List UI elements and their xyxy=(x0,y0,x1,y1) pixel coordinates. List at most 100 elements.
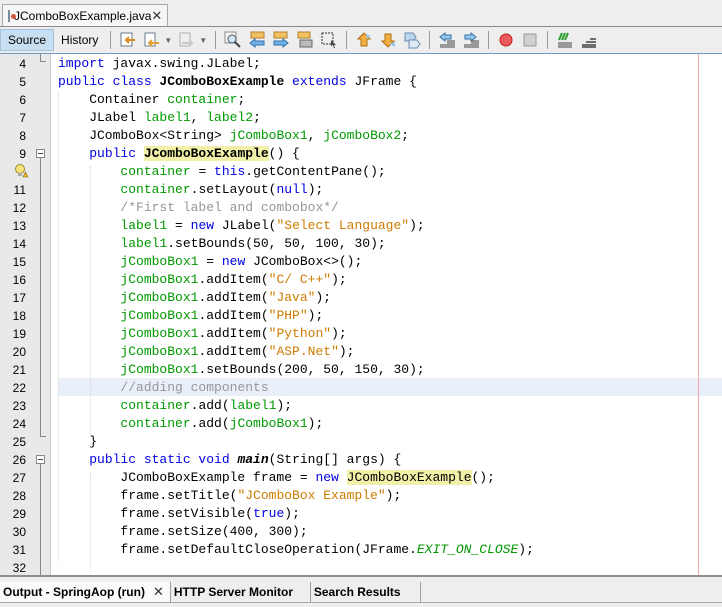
close-output-icon[interactable]: ✕ xyxy=(153,584,164,600)
code-token: frame.setSize(400, 300); xyxy=(58,524,308,539)
code-token: .addItem( xyxy=(198,290,269,305)
code-editor[interactable]: 4 import javax.swing.JLabel; 5 public class… xyxy=(0,54,722,575)
divider xyxy=(0,602,722,603)
previous-bookmark-icon[interactable] xyxy=(355,31,373,49)
code-line[interactable]: 11 container.setLayout(null); xyxy=(0,181,722,199)
code-line[interactable]: 15 jComboBox1 = new JComboBox<>(); xyxy=(0,253,722,271)
tab-http-server-monitor[interactable]: HTTP Server Monitor xyxy=(171,582,311,602)
file-tab[interactable]: JComboBoxExample.java ✕ xyxy=(2,4,168,26)
code-text: public JComboBoxExample() { xyxy=(58,145,300,163)
code-token: /*First label and combobox*/ xyxy=(120,200,339,215)
tab-http-label: HTTP Server Monitor xyxy=(173,585,294,599)
line-number: 23 xyxy=(12,399,26,413)
code-token: this xyxy=(214,164,246,179)
code-token: JComboBoxExample xyxy=(346,470,472,485)
code-line[interactable]: 7 JLabel label1, label2; xyxy=(0,109,722,127)
code-token: ; xyxy=(401,128,410,143)
code-line[interactable]: 25 } xyxy=(0,433,722,451)
code-line[interactable]: 5 public class JComboBoxExample extends J… xyxy=(0,73,722,91)
tab-output-label: Output - SpringAop (run) xyxy=(3,585,145,599)
code-token: .addItem( xyxy=(198,326,269,341)
code-token: jComboBox1 xyxy=(120,344,199,359)
code-line[interactable]: 22 //adding components xyxy=(0,379,722,397)
line-number: 15 xyxy=(12,255,26,269)
code-token: ); xyxy=(385,488,402,503)
forward-dropdown-icon[interactable]: ▼ xyxy=(199,36,207,45)
code-line[interactable]: 26 public static void main(String[] args… xyxy=(0,451,722,469)
line-number: 30 xyxy=(12,525,26,539)
toggle-highlight-icon[interactable] xyxy=(296,31,314,49)
find-selection-icon[interactable] xyxy=(320,31,338,49)
code-token: container xyxy=(120,182,191,197)
line-number: 26 xyxy=(12,453,26,467)
code-line[interactable]: 9 public JComboBoxExample() { xyxy=(0,145,722,163)
code-line[interactable]: container = this.getContentPane(); xyxy=(0,163,722,181)
code-token: JComboBox<String> xyxy=(58,128,230,143)
stop-macro-icon[interactable] xyxy=(521,31,539,49)
uncomment-icon[interactable] xyxy=(580,31,598,49)
code-line[interactable]: 27 JComboBoxExample frame = new JComboBo… xyxy=(0,469,722,487)
back-dropdown-icon[interactable]: ▼ xyxy=(164,36,172,45)
code-line[interactable]: 23 container.add(label1); xyxy=(0,397,722,415)
shift-left-icon[interactable] xyxy=(438,31,456,49)
start-macro-icon[interactable] xyxy=(497,31,515,49)
code-token: container xyxy=(167,92,238,107)
code-line[interactable]: 12 /*First label and combobox*/ xyxy=(0,199,722,217)
hint-lightbulb-icon[interactable] xyxy=(14,164,29,178)
code-line[interactable]: 18 jComboBox1.addItem("PHP"); xyxy=(0,307,722,325)
code-line[interactable]: 20 jComboBox1.addItem("ASP.Net"); xyxy=(0,343,722,361)
back-icon[interactable] xyxy=(143,31,161,49)
tab-search-results[interactable]: Search Results xyxy=(311,582,421,602)
code-line[interactable]: 24 container.add(jComboBox1); xyxy=(0,415,722,433)
comment-icon[interactable] xyxy=(556,31,574,49)
code-line[interactable]: 4 import javax.swing.JLabel; xyxy=(0,55,722,73)
shift-right-icon[interactable] xyxy=(462,31,480,49)
code-token: Container xyxy=(58,92,168,107)
code-token: jComboBox1 xyxy=(120,362,199,377)
code-line[interactable]: 30 frame.setSize(400, 300); xyxy=(0,523,722,541)
close-tab-icon[interactable]: ✕ xyxy=(151,8,162,24)
toolbar-separator xyxy=(110,31,112,49)
code-text: JComboBox<String> jComboBox1, jComboBox2… xyxy=(58,127,409,145)
line-number: 24 xyxy=(12,417,26,431)
code-token: new xyxy=(190,218,222,233)
fold-line xyxy=(40,464,41,575)
code-token: .add( xyxy=(190,416,230,431)
line-number: 32 xyxy=(12,561,26,575)
code-text: jComboBox1.addItem("ASP.Net"); xyxy=(58,343,354,361)
code-token: extends xyxy=(284,74,355,89)
code-token: public xyxy=(89,146,144,161)
fold-toggle-constructor[interactable] xyxy=(36,149,45,158)
find-icon[interactable] xyxy=(224,31,242,49)
code-token: JLabel xyxy=(58,110,144,125)
code-token: new xyxy=(315,470,347,485)
find-next-icon[interactable] xyxy=(272,31,290,49)
last-edit-icon[interactable] xyxy=(119,31,137,49)
find-previous-icon[interactable] xyxy=(248,31,266,49)
code-token: frame.setTitle( xyxy=(58,488,238,503)
fold-toggle-main[interactable] xyxy=(36,455,45,464)
code-line[interactable]: 21 jComboBox1.setBounds(200, 50, 150, 30… xyxy=(0,361,722,379)
code-token: "Java" xyxy=(268,290,316,305)
file-tab-label: JComboBoxExample.java xyxy=(14,8,152,23)
fold-line xyxy=(40,54,41,62)
code-line[interactable]: 31 frame.setDefaultCloseOperation(JFrame… xyxy=(0,541,722,559)
code-line[interactable]: 19 jComboBox1.addItem("Python"); xyxy=(0,325,722,343)
code-line[interactable]: 14 label1.setBounds(50, 50, 100, 30); xyxy=(0,235,722,253)
code-line[interactable]: 16 jComboBox1.addItem("C/ C++"); xyxy=(0,271,722,289)
tab-output[interactable]: Output - SpringAop (run) ✕ xyxy=(0,582,171,602)
code-line[interactable]: 32 xyxy=(0,559,722,575)
code-line[interactable]: 13 label1 = new JLabel("Select Language"… xyxy=(0,217,722,235)
history-tab[interactable]: History xyxy=(54,29,105,51)
toggle-bookmark-icon[interactable] xyxy=(403,31,421,49)
code-line[interactable]: 6 Container container; xyxy=(0,91,722,109)
code-line[interactable]: 29 frame.setVisible(true); xyxy=(0,505,722,523)
code-text: JComboBoxExample frame = new JComboBoxEx… xyxy=(58,469,495,487)
code-line[interactable]: 17 jComboBox1.addItem("Java"); xyxy=(0,289,722,307)
code-line[interactable]: 28 frame.setTitle("JComboBox Example"); xyxy=(0,487,722,505)
source-tab[interactable]: Source xyxy=(0,29,55,51)
next-bookmark-icon[interactable] xyxy=(379,31,397,49)
code-line[interactable]: 8 JComboBox<String> jComboBox1, jComboBo… xyxy=(0,127,722,145)
